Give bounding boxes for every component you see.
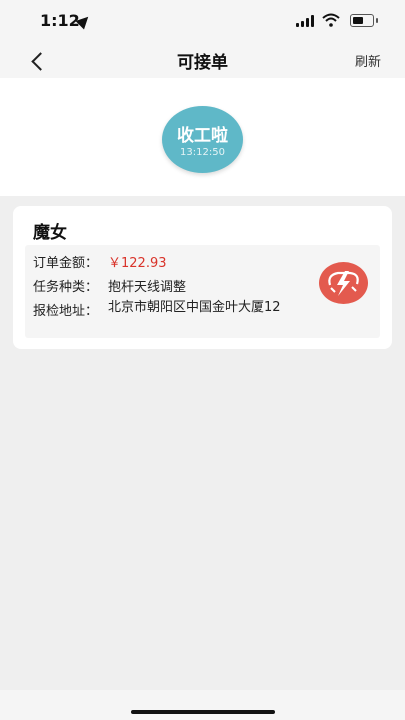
home-indicator[interactable] <box>131 710 275 714</box>
amount-label: 订单金额： <box>33 256 99 271</box>
order-title: 魔女 <box>33 223 67 243</box>
nav-bar: 可接单 刷新 <box>0 44 405 78</box>
grab-order-icon <box>328 271 359 296</box>
amount-row: 订单金额： ￥122.93 <box>33 252 167 271</box>
bottom-bar <box>0 690 405 720</box>
order-detail: 订单金额： ￥122.93 任务种类： 抱杆天线调整 报检地址： 北京市朝阳区中国金叶… <box>25 245 380 338</box>
address-value: 北京市朝阳区中国金叶大厦12 <box>108 300 281 315</box>
page-title: 可接单 <box>177 53 228 73</box>
task-type-value: 抱杆天线调整 <box>108 280 187 295</box>
battery-icon <box>350 14 378 27</box>
clock-time: 13:12:50 <box>180 147 225 158</box>
address-label: 报检地址： <box>33 304 99 319</box>
refresh-button[interactable]: 刷新 <box>355 51 381 70</box>
order-card[interactable]: 魔女 订单金额： ￥122.93 任务种类： 抱杆天线调整 报检地址： 北京市朝阳区中… <box>13 206 392 349</box>
clock-out-label: 收工啦 <box>177 126 228 146</box>
address-row: 报检地址： 北京市朝阳区中国金叶大厦12 <box>33 300 286 319</box>
clock-panel: 收工啦 13:12:50 <box>0 78 405 196</box>
status-bar: 1:12 <box>0 0 405 44</box>
wifi-icon <box>322 13 340 27</box>
amount-value: ￥122.93 <box>108 256 167 271</box>
task-type-label: 任务种类： <box>33 280 99 295</box>
cellular-signal-icon <box>296 15 316 27</box>
status-time: 1:12 <box>40 11 80 30</box>
grab-order-button[interactable] <box>319 262 368 304</box>
clock-out-button[interactable]: 收工啦 13:12:50 <box>162 106 243 173</box>
task-type-row: 任务种类： 抱杆天线调整 <box>33 276 186 295</box>
